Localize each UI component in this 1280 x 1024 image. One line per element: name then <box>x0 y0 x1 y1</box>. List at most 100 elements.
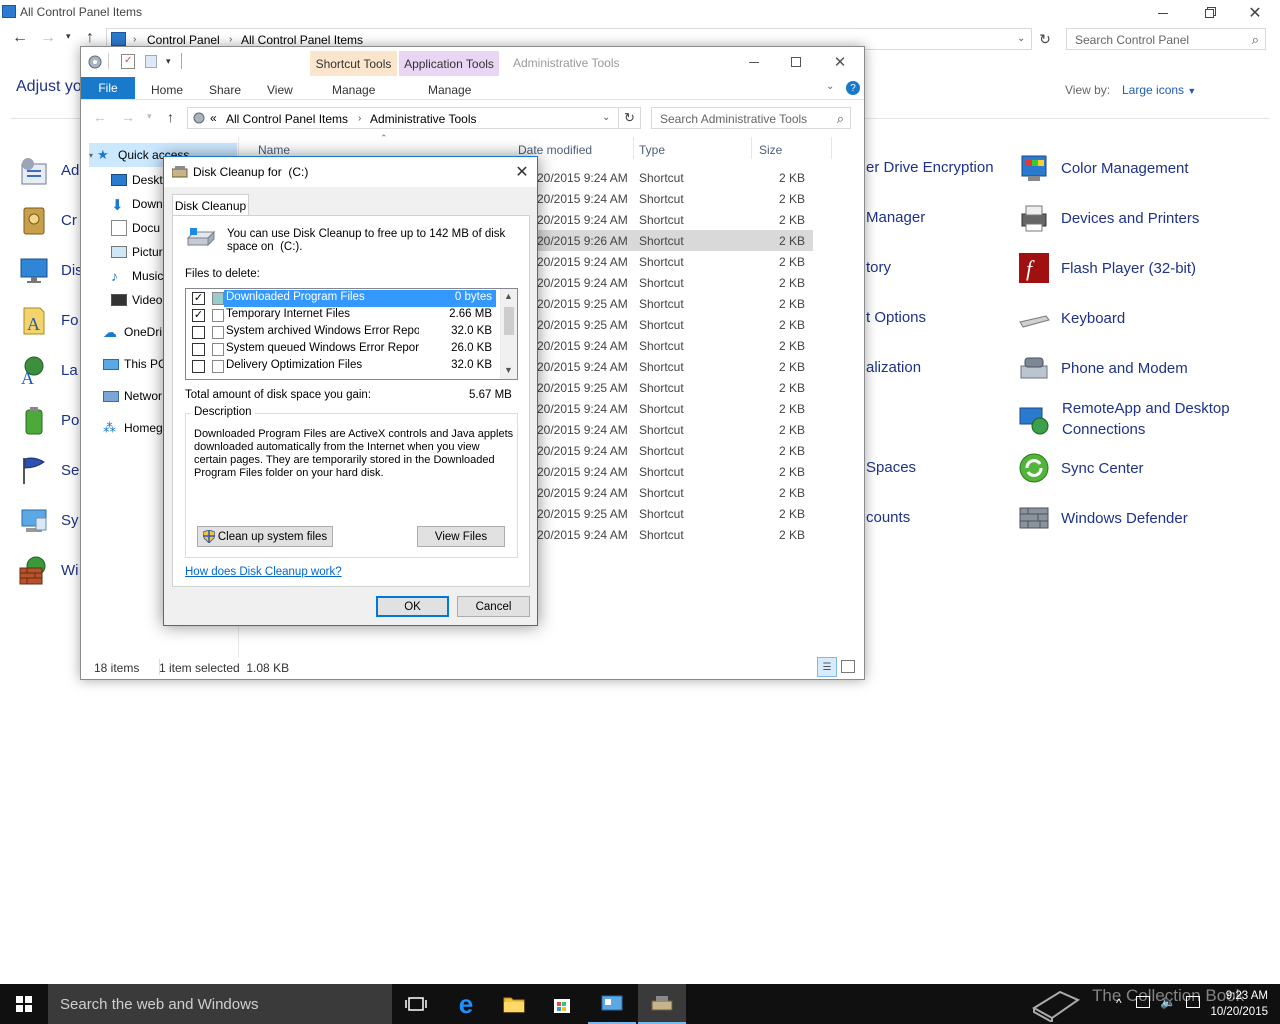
tree-item-this-pc[interactable]: This PC <box>103 352 167 376</box>
checkbox-checked[interactable]: ✓ <box>192 292 205 305</box>
help-icon[interactable]: ? <box>846 81 860 95</box>
cp-item-storage-spaces-label[interactable]: Spaces <box>866 459 916 476</box>
close-button[interactable]: ✕ <box>510 160 534 184</box>
taskbar-disk-cleanup[interactable] <box>638 984 686 1024</box>
minimize-button[interactable] <box>1140 0 1186 26</box>
cp-item-administrative-tools[interactable]: Ad <box>18 150 79 190</box>
restore-button[interactable] <box>1186 0 1232 26</box>
details-view-icon[interactable]: ☰ <box>817 657 837 677</box>
ribbon-tab-manage-application[interactable]: Manage <box>428 83 471 97</box>
network-icon[interactable] <box>1136 996 1150 1008</box>
file-list-item[interactable]: Delivery Optimization Files 32.0 KB <box>186 358 498 375</box>
search-admin-tools-input[interactable]: Search Administrative Tools ⌕ <box>651 107 851 129</box>
clean-up-system-files-button[interactable]: Clean up system files <box>197 526 333 547</box>
file-list-item[interactable]: ✓ Temporary Internet Files 2.66 MB <box>186 307 498 324</box>
cp-item-phone-modem[interactable]: Phone and Modem <box>1018 348 1188 388</box>
tab-disk-cleanup[interactable]: Disk Cleanup <box>172 194 249 216</box>
checkbox-checked[interactable]: ✓ <box>192 309 205 322</box>
files-to-delete-list[interactable]: ✓ Downloaded Program Files 0 bytes ✓ Tempora… <box>185 288 518 380</box>
ok-button[interactable]: OK <box>376 596 449 617</box>
view-by-dropdown[interactable]: Large icons ▼ <box>1122 83 1196 97</box>
cp-item-options-label[interactable]: t Options <box>866 309 926 326</box>
scrollbar[interactable]: ▲ ▼ <box>500 289 517 379</box>
back-arrow-icon[interactable]: ← <box>12 29 28 47</box>
refresh-icon[interactable]: ↻ <box>619 107 641 129</box>
cp-item-credential-manager[interactable]: Cr <box>18 200 77 240</box>
refresh-icon[interactable]: ↻ <box>1034 28 1056 50</box>
scroll-up-icon[interactable]: ▲ <box>504 291 513 301</box>
checkbox-unchecked[interactable] <box>192 360 205 373</box>
tree-item-onedrive[interactable]: ☁ OneDri <box>103 320 162 344</box>
breadcrumb-control-panel[interactable]: Control Panel <box>147 33 220 47</box>
chevron-up-icon[interactable]: ^ <box>1116 996 1122 1010</box>
chevron-down-icon[interactable]: ⌄ <box>602 112 610 123</box>
cp-item-fonts[interactable]: A Fo <box>18 300 79 340</box>
properties-icon[interactable]: ✓ <box>121 54 135 69</box>
minimize-button[interactable] <box>743 51 765 73</box>
large-icons-view-icon[interactable] <box>841 660 855 673</box>
breadcrumb-all-items[interactable]: All Control Panel Items <box>241 33 363 47</box>
action-center-icon[interactable] <box>1186 996 1200 1008</box>
new-folder-icon[interactable] <box>145 55 157 68</box>
scroll-thumb[interactable] <box>504 307 514 335</box>
customize-toolbar-icon[interactable]: ▾ <box>166 56 171 67</box>
maximize-button[interactable] <box>785 51 807 73</box>
checkbox-unchecked[interactable] <box>192 343 205 356</box>
cp-item-user-accounts-label[interactable]: counts <box>866 509 910 526</box>
column-header-date-modified[interactable]: Date modified <box>518 143 592 157</box>
scroll-down-icon[interactable]: ▼ <box>504 365 513 375</box>
taskbar-control-panel[interactable] <box>588 984 636 1024</box>
cp-item-language[interactable]: A La <box>18 350 78 390</box>
start-button[interactable] <box>0 984 48 1024</box>
volume-icon[interactable]: 🔈 <box>1160 994 1176 1010</box>
taskbar-edge[interactable]: e <box>442 984 490 1024</box>
cp-item-bitlocker-label[interactable]: er Drive Encryption <box>866 159 994 176</box>
column-header-size[interactable]: Size <box>759 143 782 157</box>
cp-item-security-maintenance[interactable]: Se <box>18 450 79 490</box>
back-arrow-icon[interactable]: ← <box>93 109 107 125</box>
up-arrow-icon[interactable]: ↑ <box>167 109 174 125</box>
ribbon-tab-view[interactable]: View <box>267 83 293 97</box>
checkbox-unchecked[interactable] <box>192 326 205 339</box>
address-bar[interactable]: « All Control Panel Items › Administrati… <box>187 107 619 129</box>
column-header-type[interactable]: Type <box>639 143 665 157</box>
ribbon-tab-home[interactable]: Home <box>151 83 183 97</box>
cp-item-devices-printers[interactable]: Devices and Printers <box>1018 198 1199 238</box>
ribbon-tab-share[interactable]: Share <box>209 83 241 97</box>
close-button[interactable]: ✕ <box>829 51 851 73</box>
cp-item-color-management[interactable]: Color Management <box>1018 148 1189 188</box>
cp-item-display[interactable]: Dis <box>18 250 83 290</box>
close-button[interactable]: ✕ <box>1232 0 1278 26</box>
recent-locations-icon[interactable]: ▾ <box>147 111 152 122</box>
cp-item-power-options[interactable]: Po <box>18 400 79 440</box>
cp-item-manager-label[interactable]: Manager <box>866 209 925 226</box>
view-files-button[interactable]: View Files <box>417 526 505 547</box>
breadcrumb-admin-tools[interactable]: Administrative Tools <box>370 112 477 126</box>
up-arrow-icon[interactable]: ↑ <box>86 29 94 47</box>
taskbar-file-explorer[interactable] <box>490 984 538 1024</box>
cp-item-flash-player[interactable]: f Flash Player (32-bit) <box>1018 248 1196 288</box>
search-control-panel-input[interactable]: Search Control Panel ⌕ <box>1066 28 1266 50</box>
cp-item-system[interactable]: Sy <box>18 500 79 540</box>
ribbon-tab-manage-shortcut[interactable]: Manage <box>332 83 375 97</box>
ribbon-tab-file[interactable]: File <box>81 77 135 99</box>
breadcrumb-all-items[interactable]: All Control Panel Items <box>226 112 348 126</box>
help-link[interactable]: How does Disk Cleanup work? <box>185 566 342 578</box>
tree-item-music[interactable]: ♪ Music <box>111 264 163 288</box>
forward-arrow-icon[interactable]: → <box>121 109 135 125</box>
recent-locations-icon[interactable]: ▾ <box>66 31 71 42</box>
tree-item-homegroup[interactable]: ⁂ Homeg <box>103 416 163 440</box>
cp-item-personalization-label[interactable]: alization <box>866 359 921 376</box>
cancel-button[interactable]: Cancel <box>457 596 530 617</box>
cp-item-windows-defender[interactable]: Windows Defender <box>1018 498 1188 538</box>
tree-item-pictures[interactable]: Pictur <box>111 240 163 264</box>
chevron-down-icon[interactable]: ⌄ <box>1017 33 1025 44</box>
clock[interactable]: 9:23 AM 10/20/2015 <box>1210 988 1268 1020</box>
file-list-item[interactable]: System archived Windows Error Repor... 32… <box>186 324 498 341</box>
taskbar-store[interactable] <box>538 984 586 1024</box>
taskbar-search-box[interactable]: Search the web and Windows <box>48 984 392 1024</box>
tree-item-videos[interactable]: Video <box>111 288 162 312</box>
column-header-name[interactable]: Name <box>258 143 290 157</box>
cp-item-history-label[interactable]: tory <box>866 259 891 276</box>
cp-item-windows-firewall[interactable]: Wi <box>18 550 79 590</box>
